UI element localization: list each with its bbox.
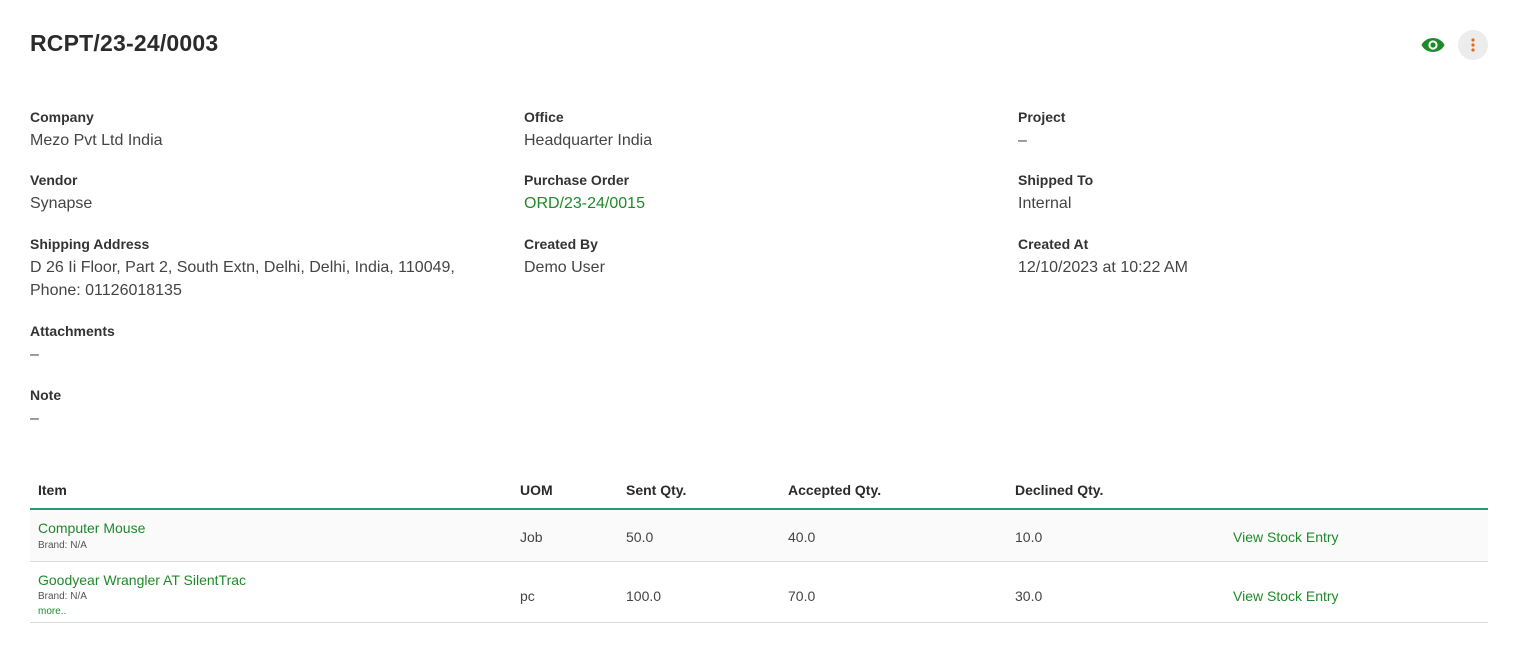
- view-stock-entry-link[interactable]: View Stock Entry: [1233, 529, 1339, 545]
- purchase-order-link[interactable]: ORD/23-24/0015: [524, 192, 994, 215]
- table-row: Computer Mouse Brand: N/A Job 50.0 40.0 …: [30, 510, 1488, 562]
- created-by-value: Demo User: [524, 259, 605, 276]
- shipping-address-line: D 26 Ii Floor, Part 2, South Extn, Delhi…: [30, 259, 455, 276]
- item-declined-qty: 30.0: [1015, 588, 1043, 604]
- shipping-address-phone: Phone: 01126018135: [30, 282, 182, 299]
- item-sent-qty: 100.0: [626, 588, 662, 604]
- shipping-address-value: D 26 Ii Floor, Part 2, South Extn, Delhi…: [30, 256, 500, 302]
- vendor-value: Synapse: [30, 195, 93, 212]
- created-at-field: Created At 12/10/2023 at 10:22 AM: [1018, 235, 1488, 279]
- eye-icon: [1421, 38, 1445, 52]
- purchase-order-label: Purchase Order: [524, 172, 630, 188]
- created-at-label: Created At: [1018, 236, 1089, 252]
- column-header-sent-qty: Sent Qty.: [626, 482, 687, 498]
- column-header-item: Item: [38, 482, 67, 498]
- items-table: Item UOM Sent Qty. Accepted Qty. Decline…: [30, 474, 1488, 623]
- column-header-declined-qty: Declined Qty.: [1015, 482, 1104, 498]
- item-uom: Job: [520, 529, 543, 545]
- company-value: Mezo Pvt Ltd India: [30, 132, 163, 149]
- page-title: RCPT/23-24/0003: [30, 30, 219, 56]
- shipping-address-label: Shipping Address: [30, 236, 150, 252]
- shipped-to-field: Shipped To Internal: [1018, 171, 1488, 215]
- shipping-address-field: Shipping Address D 26 Ii Floor, Part 2, …: [30, 235, 500, 302]
- attachments-field: Attachments –: [30, 322, 500, 366]
- company-field: Company Mezo Pvt Ltd India: [30, 108, 500, 152]
- item-accepted-qty: 70.0: [788, 588, 816, 604]
- office-label: Office: [524, 109, 564, 125]
- created-at-value: 12/10/2023 at 10:22 AM: [1018, 259, 1188, 276]
- note-value: –: [30, 410, 39, 427]
- attachments-value: –: [30, 346, 39, 363]
- vendor-field: Vendor Synapse: [30, 171, 500, 215]
- created-by-field: Created By Demo User: [524, 235, 994, 279]
- more-vertical-icon: [1471, 38, 1475, 52]
- project-label: Project: [1018, 109, 1066, 125]
- attachments-label: Attachments: [30, 323, 115, 339]
- item-uom: pc: [520, 588, 535, 604]
- item-more-link[interactable]: more..: [38, 606, 66, 617]
- shipped-to-value: Internal: [1018, 195, 1072, 212]
- item-accepted-qty: 40.0: [788, 529, 816, 545]
- column-header-uom: UOM: [520, 482, 553, 498]
- shipped-to-label: Shipped To: [1018, 172, 1094, 188]
- item-brand: Brand: N/A: [38, 591, 87, 602]
- item-sent-qty: 50.0: [626, 529, 654, 545]
- office-field: Office Headquarter India: [524, 108, 994, 152]
- office-value: Headquarter India: [524, 132, 653, 149]
- note-label: Note: [30, 387, 62, 403]
- page-header: RCPT/23-24/0003: [30, 28, 1488, 62]
- created-by-label: Created By: [524, 236, 598, 252]
- item-name-link[interactable]: Goodyear Wrangler AT SilentTrac: [38, 572, 246, 588]
- item-name-link[interactable]: Computer Mouse: [38, 520, 145, 536]
- table-row: Goodyear Wrangler AT SilentTrac Brand: N…: [30, 562, 1488, 623]
- item-declined-qty: 10.0: [1015, 529, 1043, 545]
- company-label: Company: [30, 109, 94, 125]
- item-brand: Brand: N/A: [38, 540, 87, 551]
- project-value: –: [1018, 132, 1027, 149]
- project-field: Project –: [1018, 108, 1488, 152]
- column-header-accepted-qty: Accepted Qty.: [788, 482, 882, 498]
- table-header: Item UOM Sent Qty. Accepted Qty. Decline…: [30, 474, 1488, 510]
- view-button[interactable]: [1420, 33, 1446, 57]
- view-stock-entry-link[interactable]: View Stock Entry: [1233, 588, 1339, 604]
- vendor-label: Vendor: [30, 172, 78, 188]
- purchase-order-field: Purchase Order ORD/23-24/0015: [524, 171, 994, 215]
- more-options-button[interactable]: [1458, 30, 1488, 60]
- note-field: Note –: [30, 386, 500, 430]
